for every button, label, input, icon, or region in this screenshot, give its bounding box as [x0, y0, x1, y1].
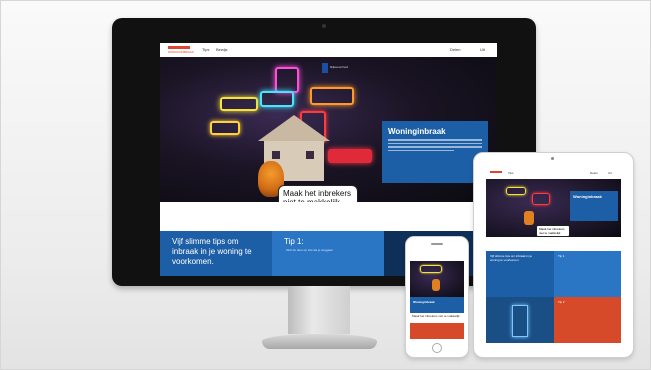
neon-sign-juwelen: [220, 97, 258, 111]
tablet-nav-tips[interactable]: Tips: [508, 171, 514, 175]
tablet-nav-share[interactable]: Delen: [590, 171, 598, 175]
nav-link-tips[interactable]: Tips: [202, 47, 209, 52]
tip-1-title: Tip 1:: [284, 237, 304, 246]
neon-sign-geld: [310, 87, 354, 105]
info-text-line: [388, 149, 454, 151]
monitor-stand-neck: [288, 286, 350, 334]
neon-sign-nopend: [328, 149, 372, 163]
brand-logo[interactable]: WONINGINBRAAK: [168, 50, 194, 54]
tablet-camera: [551, 157, 554, 160]
tablet-image-tile[interactable]: [486, 297, 554, 343]
info-text-line: [388, 139, 482, 141]
tip-1-tile[interactable]: Tip 1: Sluit de deur op slot als je wegg…: [272, 231, 384, 276]
phone-device: Woninginbraak Maak het inbrekers niet te…: [405, 236, 469, 358]
neon-sign-open: [260, 91, 294, 107]
tablet-tip-1-title: Tip 1: [558, 254, 565, 258]
neon-hand-sign: [275, 67, 299, 93]
tablet-screen: Tips Delen Uit Woninginbraak Maak het in…: [486, 167, 621, 343]
phone-home-button[interactable]: [432, 343, 442, 353]
neon-sign: [420, 265, 442, 273]
tips-intro-text: Vijf slimme tips om inbraak in je woning…: [172, 237, 252, 266]
tips-intro-tile[interactable]: Vijf slimme tips om inbraak in je woning…: [160, 231, 272, 276]
neon-sign: [506, 187, 526, 195]
house-window: [272, 151, 280, 159]
monitor-camera: [322, 24, 326, 28]
tablet-tips-intro-tile[interactable]: Vijf slimme tips om inbraak in je woning…: [486, 251, 554, 297]
desktop-nav: WONINGINBRAAK Tips Bewijs Delen Uit: [160, 43, 497, 58]
neon-sign: [532, 193, 550, 205]
tablet-tip-1-tile[interactable]: Tip 1: [554, 251, 621, 297]
gov-label: Rijksoverheid: [330, 65, 349, 69]
phone-tip-tile[interactable]: [410, 323, 464, 339]
gov-logo-icon: [322, 63, 328, 73]
house-roof: [258, 115, 330, 141]
phone-screen: Woninginbraak Maak het inbrekers niet te…: [410, 255, 464, 339]
door-lock-image: [512, 305, 528, 337]
exit-link[interactable]: Uit: [480, 47, 485, 52]
nav-link-bewijs[interactable]: Bewijs: [216, 47, 228, 52]
tablet-brand-logo[interactable]: [490, 171, 502, 173]
tip-1-text: Sluit de deur op slot als je weggaat: [286, 248, 333, 252]
burglar-mascot: [432, 279, 440, 291]
brand-logo-bar[interactable]: [168, 46, 190, 49]
speech-bubble: Maak het inbrekers niet te makkelijk: [278, 185, 358, 202]
info-panel-title: Woninginbraak: [388, 127, 446, 136]
tablet-device: Tips Delen Uit Woninginbraak Maak het in…: [473, 152, 634, 358]
phone-panel-title: Woninginbraak: [413, 300, 435, 304]
hero-image: Rijksoverheid Maak het inbrekers niet te…: [160, 57, 497, 202]
burglar-mascot: [524, 211, 534, 225]
phone-hero-image: [410, 261, 464, 297]
house-window: [306, 151, 314, 159]
tablet-speech-bubble: Maak het inbrekers niet te makkelijk: [536, 225, 570, 237]
phone-speaker: [431, 243, 443, 245]
tablet-panel-title: Woninginbraak: [573, 194, 602, 199]
share-link[interactable]: Delen: [450, 47, 460, 52]
phone-bubble-text: Maak het inbrekers niet te makkelijk: [412, 314, 460, 318]
tablet-nav-exit[interactable]: Uit: [608, 171, 612, 175]
monitor-stand-base: [262, 334, 377, 349]
tablet-tip-2-title: Tip 2: [558, 300, 565, 304]
phone-info-panel: Woninginbraak: [410, 297, 464, 313]
tablet-info-panel: Woninginbraak: [570, 191, 618, 221]
neon-sign-small: [210, 121, 240, 135]
tablet-tips-intro-text: Vijf slimme tips om inbraak in je woning…: [490, 254, 532, 262]
tablet-tip-2-tile[interactable]: Tip 2: [554, 297, 621, 343]
tablet-nav: Tips Delen Uit: [486, 167, 621, 179]
phone-bubble-area: Maak het inbrekers niet te makkelijk: [410, 313, 464, 323]
info-text-line: [388, 142, 482, 144]
tablet-tiles: Vijf slimme tips om inbraak in je woning…: [486, 251, 621, 343]
info-text-line: [388, 146, 482, 148]
